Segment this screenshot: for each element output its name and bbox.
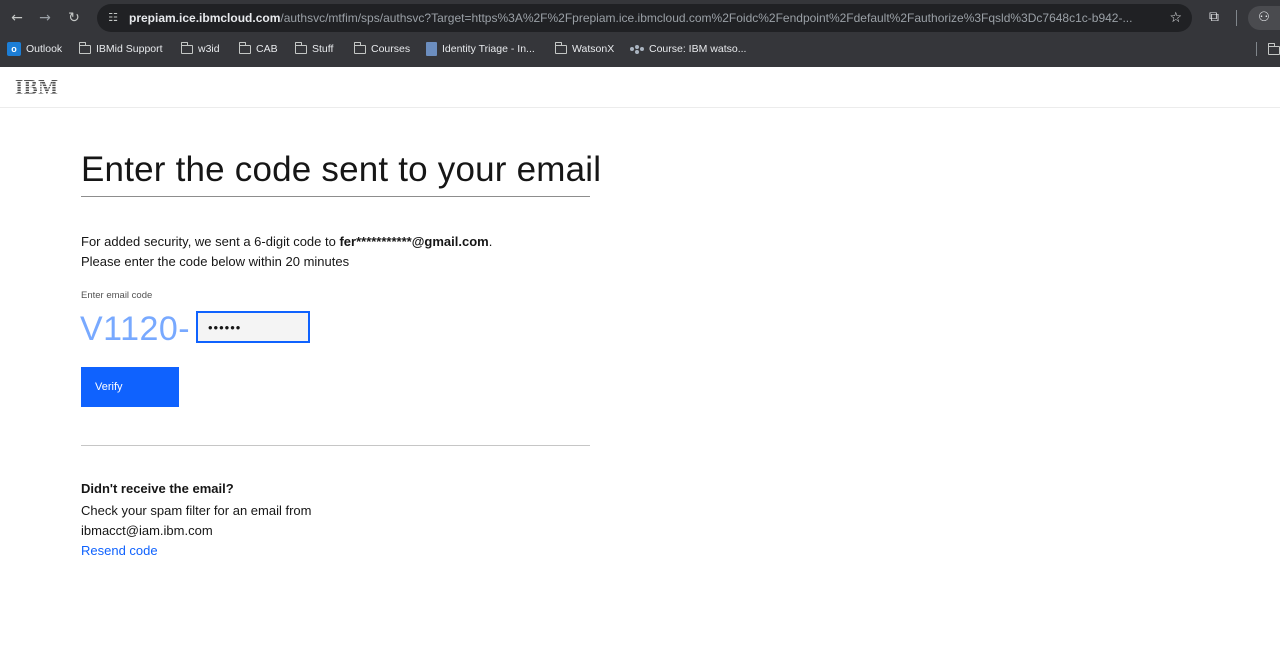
bookmarks-divider: [1256, 42, 1257, 56]
bookmark-label: w3id: [198, 43, 220, 55]
ibm-logo: IBM: [15, 77, 59, 97]
bookmark-star-icon[interactable]: ☆: [1169, 9, 1182, 27]
help-title: Didn't receive the email?: [81, 481, 234, 496]
instructions-text: For added security, we sent a 6-digit co…: [81, 234, 340, 249]
folder-icon: [238, 41, 251, 54]
bookmark-courses[interactable]: Courses: [353, 41, 411, 57]
bookmark-label: Course: IBM watso...: [649, 43, 747, 55]
bookmark-stuff[interactable]: Stuff: [294, 41, 334, 57]
folder-icon: [554, 41, 567, 54]
code-prefix: V1120-: [80, 310, 191, 348]
verify-button[interactable]: Verify: [81, 367, 179, 407]
extensions-icon[interactable]: ⧉: [1206, 8, 1222, 26]
masked-email: fer***********@gmail.com: [339, 234, 489, 249]
forward-arrow-icon[interactable]: →: [35, 8, 55, 28]
bookmark-watsonx[interactable]: WatsonX: [554, 41, 615, 57]
bookmark-label: Outlook: [26, 43, 63, 55]
browser-toolbar: ← → ↻ ☷ prepiam.ice.ibmcloud.com/authsvc…: [0, 0, 1280, 36]
instructions-period: .: [488, 234, 493, 249]
bookmark-ibmid-support[interactable]: IBMid Support: [78, 41, 163, 57]
site-info-icon[interactable]: ☷: [105, 10, 121, 26]
bookmark-w3id[interactable]: w3id: [180, 41, 220, 57]
help-line-1: Check your spam filter for an email from: [81, 503, 312, 518]
bookmark-label: CAB: [256, 43, 278, 55]
svg-text:IBM: IBM: [15, 77, 59, 97]
bookmark-label: WatsonX: [572, 43, 615, 55]
section-divider: [81, 445, 590, 446]
course-icon: [630, 44, 644, 54]
bookmark-label: Stuff: [312, 43, 334, 55]
instructions-line-1: For added security, we sent a 6-digit co…: [81, 232, 492, 252]
reload-icon[interactable]: ↻: [64, 8, 84, 28]
title-divider: [81, 196, 590, 197]
resend-code-link[interactable]: Resend code: [81, 541, 158, 561]
outlook-icon: o: [7, 42, 21, 56]
folder-icon: [353, 41, 366, 54]
bookmark-identity-triage[interactable]: Identity Triage - In...: [426, 41, 535, 57]
folder-icon: [78, 41, 91, 54]
bookmarks-bar: o Outlook IBMid Support w3id CAB Stuff C…: [0, 38, 1280, 60]
bookmark-course-ibm-watsonx[interactable]: Course: IBM watso...: [630, 41, 746, 57]
address-bar[interactable]: ☷ prepiam.ice.ibmcloud.com/authsvc/mtfim…: [97, 4, 1192, 32]
folder-icon: [180, 41, 193, 54]
sheet-icon: [426, 42, 437, 56]
email-code-input[interactable]: [196, 311, 310, 343]
url-text[interactable]: prepiam.ice.ibmcloud.com/authsvc/mtfim/s…: [129, 10, 1159, 26]
bookmark-label: Identity Triage - In...: [442, 43, 535, 55]
help-sender-email: ibmacct@iam.ibm.com: [81, 523, 213, 538]
help-text: Check your spam filter for an email from…: [81, 501, 361, 541]
bookmark-label: Courses: [371, 43, 411, 55]
page-header: IBM: [0, 67, 1280, 108]
browser-chrome: ← → ↻ ☷ prepiam.ice.ibmcloud.com/authsvc…: [0, 0, 1280, 67]
instructions: For added security, we sent a 6-digit co…: [81, 232, 492, 272]
instructions-line-2: Please enter the code below within 20 mi…: [81, 254, 350, 269]
code-field-label: Enter email code: [81, 290, 153, 301]
bookmark-label: IBMid Support: [96, 43, 163, 55]
url-host: prepiam.ice.ibmcloud.com: [129, 11, 281, 25]
profile-icon[interactable]: ⚇: [1248, 6, 1280, 30]
page-title: Enter the code sent to your email: [81, 150, 602, 189]
bookmark-outlook[interactable]: o Outlook: [7, 41, 62, 57]
folder-icon: [294, 41, 307, 54]
toolbar-divider: [1236, 10, 1237, 26]
back-arrow-icon[interactable]: ←: [7, 8, 27, 28]
folder-icon: [1268, 43, 1280, 55]
url-path: /authsvc/mtfim/sps/authsvc?Target=https%…: [280, 11, 1133, 25]
bookmark-cab[interactable]: CAB: [238, 41, 278, 57]
other-bookmarks-folder[interactable]: [1268, 42, 1280, 56]
